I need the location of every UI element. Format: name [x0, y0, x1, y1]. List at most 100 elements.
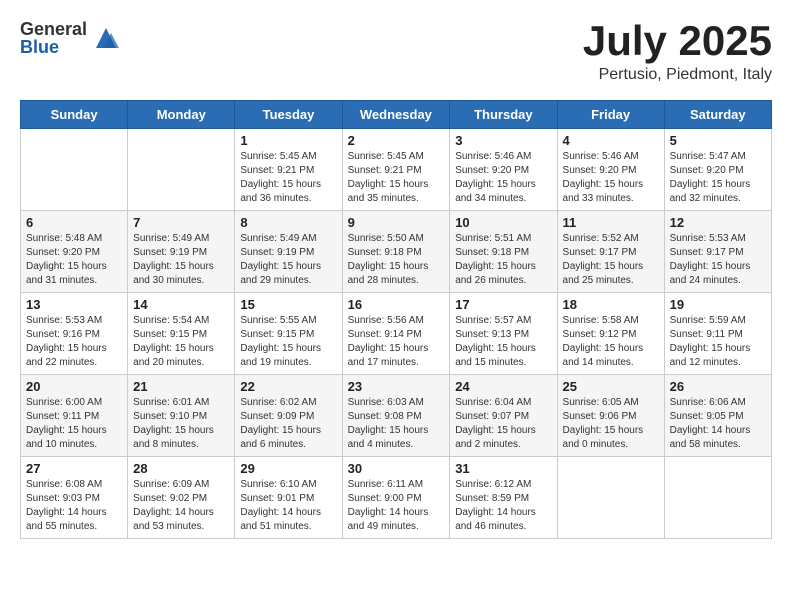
calendar-cell: 11 Sunrise: 5:52 AM Sunset: 9:17 PM Dayli… — [557, 211, 664, 293]
day-info: Sunrise: 5:56 AM Sunset: 9:14 PM Dayligh… — [348, 314, 445, 370]
day-number: 13 — [26, 297, 122, 312]
day-number: 25 — [563, 379, 659, 394]
calendar-header-saturday: Saturday — [664, 101, 771, 129]
day-info: Sunrise: 6:02 AM Sunset: 9:09 PM Dayligh… — [240, 396, 336, 452]
day-info: Sunrise: 6:10 AM Sunset: 9:01 PM Dayligh… — [240, 478, 336, 534]
day-info: Sunrise: 6:06 AM Sunset: 9:05 PM Dayligh… — [670, 396, 766, 452]
logo-blue: Blue — [20, 38, 87, 56]
calendar-cell: 29Sunrise: 6:10 AM Sunset: 9:01 PM Dayli… — [235, 457, 342, 539]
calendar-cell: 5 Sunrise: 5:47 AM Sunset: 9:20 PM Daylig… — [664, 129, 771, 211]
calendar-cell — [557, 457, 664, 539]
calendar-cell: 18 Sunrise: 5:58 AM Sunset: 9:12 PM Dayli… — [557, 293, 664, 375]
calendar-cell: 19 Sunrise: 5:59 AM Sunset: 9:11 PM Dayli… — [664, 293, 771, 375]
day-info: Sunrise: 5:59 AM Sunset: 9:11 PM Dayligh… — [670, 314, 766, 370]
calendar-cell: 17 Sunrise: 5:57 AM Sunset: 9:13 PM Dayli… — [450, 293, 557, 375]
day-info: Sunrise: 5:51 AM Sunset: 9:18 PM Dayligh… — [455, 232, 551, 288]
day-number: 2 — [348, 133, 445, 148]
calendar-cell: 20 Sunrise: 6:00 AM Sunset: 9:11 PM Dayli… — [21, 375, 128, 457]
calendar-cell: 23 Sunrise: 6:03 AM Sunset: 9:08 PM Dayli… — [342, 375, 450, 457]
day-number: 31 — [455, 461, 551, 476]
day-info: Sunrise: 5:49 AM Sunset: 9:19 PM Dayligh… — [240, 232, 336, 288]
calendar-cell: 26 Sunrise: 6:06 AM Sunset: 9:05 PM Dayli… — [664, 375, 771, 457]
day-number: 23 — [348, 379, 445, 394]
logo: General Blue — [20, 20, 121, 56]
calendar-table: SundayMondayTuesdayWednesdayThursdayFrid… — [20, 100, 772, 539]
calendar-cell: 14 Sunrise: 5:54 AM Sunset: 9:15 PM Dayli… — [128, 293, 235, 375]
day-info: Sunrise: 5:58 AM Sunset: 9:12 PM Dayligh… — [563, 314, 659, 370]
day-info: Sunrise: 5:54 AM Sunset: 9:15 PM Dayligh… — [133, 314, 229, 370]
day-number: 11 — [563, 215, 659, 230]
calendar-week-row: 1Sunrise: 5:45 AM Sunset: 9:21 PM Daylig… — [21, 129, 772, 211]
day-number: 9 — [348, 215, 445, 230]
day-info: Sunrise: 5:57 AM Sunset: 9:13 PM Dayligh… — [455, 314, 551, 370]
day-number: 16 — [348, 297, 445, 312]
calendar-cell: 13 Sunrise: 5:53 AM Sunset: 9:16 PM Dayli… — [21, 293, 128, 375]
day-info: Sunrise: 5:55 AM Sunset: 9:15 PM Dayligh… — [240, 314, 336, 370]
day-number: 20 — [26, 379, 122, 394]
calendar-header-friday: Friday — [557, 101, 664, 129]
calendar-cell — [128, 129, 235, 211]
day-info: Sunrise: 5:46 AM Sunset: 9:20 PM Dayligh… — [455, 150, 551, 206]
calendar-cell: 9 Sunrise: 5:50 AM Sunset: 9:18 PM Daylig… — [342, 211, 450, 293]
logo-general: General — [20, 20, 87, 38]
calendar-cell: 4 Sunrise: 5:46 AM Sunset: 9:20 PM Daylig… — [557, 129, 664, 211]
location-title: Pertusio, Piedmont, Italy — [583, 66, 772, 84]
calendar-header-row: SundayMondayTuesdayWednesdayThursdayFrid… — [21, 101, 772, 129]
calendar-week-row: 27Sunrise: 6:08 AM Sunset: 9:03 PM Dayli… — [21, 457, 772, 539]
month-title: July 2025 — [583, 20, 772, 62]
day-info: Sunrise: 6:09 AM Sunset: 9:02 PM Dayligh… — [133, 478, 229, 534]
calendar-cell: 2 Sunrise: 5:45 AM Sunset: 9:21 PM Daylig… — [342, 129, 450, 211]
day-info: Sunrise: 5:47 AM Sunset: 9:20 PM Dayligh… — [670, 150, 766, 206]
logo-text: General Blue — [20, 20, 87, 56]
day-info: Sunrise: 5:46 AM Sunset: 9:20 PM Dayligh… — [563, 150, 659, 206]
day-info: Sunrise: 6:12 AM Sunset: 8:59 PM Dayligh… — [455, 478, 551, 534]
day-number: 21 — [133, 379, 229, 394]
day-info: Sunrise: 5:50 AM Sunset: 9:18 PM Dayligh… — [348, 232, 445, 288]
calendar-cell: 28Sunrise: 6:09 AM Sunset: 9:02 PM Dayli… — [128, 457, 235, 539]
calendar-cell: 3 Sunrise: 5:46 AM Sunset: 9:20 PM Daylig… — [450, 129, 557, 211]
day-info: Sunrise: 5:45 AM Sunset: 9:21 PM Dayligh… — [348, 150, 445, 206]
calendar-cell: 1Sunrise: 5:45 AM Sunset: 9:21 PM Daylig… — [235, 129, 342, 211]
day-info: Sunrise: 6:04 AM Sunset: 9:07 PM Dayligh… — [455, 396, 551, 452]
calendar-cell: 21 Sunrise: 6:01 AM Sunset: 9:10 PM Dayli… — [128, 375, 235, 457]
day-number: 10 — [455, 215, 551, 230]
calendar-cell: 31 Sunrise: 6:12 AM Sunset: 8:59 PM Dayli… — [450, 457, 557, 539]
day-number: 7 — [133, 215, 229, 230]
calendar-cell: 6Sunrise: 5:48 AM Sunset: 9:20 PM Daylig… — [21, 211, 128, 293]
calendar-cell: 12Sunrise: 5:53 AM Sunset: 9:17 PM Dayli… — [664, 211, 771, 293]
title-section: July 2025 Pertusio, Piedmont, Italy — [583, 20, 772, 84]
day-number: 3 — [455, 133, 551, 148]
calendar-cell: 16 Sunrise: 5:56 AM Sunset: 9:14 PM Dayli… — [342, 293, 450, 375]
day-number: 14 — [133, 297, 229, 312]
day-number: 24 — [455, 379, 551, 394]
calendar-cell — [664, 457, 771, 539]
day-number: 5 — [670, 133, 766, 148]
calendar-cell: 25Sunrise: 6:05 AM Sunset: 9:06 PM Dayli… — [557, 375, 664, 457]
day-number: 4 — [563, 133, 659, 148]
day-number: 17 — [455, 297, 551, 312]
day-number: 18 — [563, 297, 659, 312]
calendar-header-thursday: Thursday — [450, 101, 557, 129]
calendar-header-wednesday: Wednesday — [342, 101, 450, 129]
day-number: 26 — [670, 379, 766, 394]
calendar-header-monday: Monday — [128, 101, 235, 129]
day-info: Sunrise: 5:53 AM Sunset: 9:16 PM Dayligh… — [26, 314, 122, 370]
day-info: Sunrise: 6:08 AM Sunset: 9:03 PM Dayligh… — [26, 478, 122, 534]
calendar-week-row: 13 Sunrise: 5:53 AM Sunset: 9:16 PM Dayli… — [21, 293, 772, 375]
calendar-cell: 22Sunrise: 6:02 AM Sunset: 9:09 PM Dayli… — [235, 375, 342, 457]
day-number: 12 — [670, 215, 766, 230]
day-info: Sunrise: 5:52 AM Sunset: 9:17 PM Dayligh… — [563, 232, 659, 288]
calendar-cell: 30Sunrise: 6:11 AM Sunset: 9:00 PM Dayli… — [342, 457, 450, 539]
calendar-cell: 8Sunrise: 5:49 AM Sunset: 9:19 PM Daylig… — [235, 211, 342, 293]
day-number: 15 — [240, 297, 336, 312]
day-info: Sunrise: 6:03 AM Sunset: 9:08 PM Dayligh… — [348, 396, 445, 452]
day-number: 19 — [670, 297, 766, 312]
calendar-header-tuesday: Tuesday — [235, 101, 342, 129]
day-info: Sunrise: 6:00 AM Sunset: 9:11 PM Dayligh… — [26, 396, 122, 452]
day-number: 30 — [348, 461, 445, 476]
calendar-cell — [21, 129, 128, 211]
page-header: General Blue July 2025 Pertusio, Piedmon… — [20, 20, 772, 84]
calendar-week-row: 6Sunrise: 5:48 AM Sunset: 9:20 PM Daylig… — [21, 211, 772, 293]
day-info: Sunrise: 6:01 AM Sunset: 9:10 PM Dayligh… — [133, 396, 229, 452]
day-info: Sunrise: 5:45 AM Sunset: 9:21 PM Dayligh… — [240, 150, 336, 206]
